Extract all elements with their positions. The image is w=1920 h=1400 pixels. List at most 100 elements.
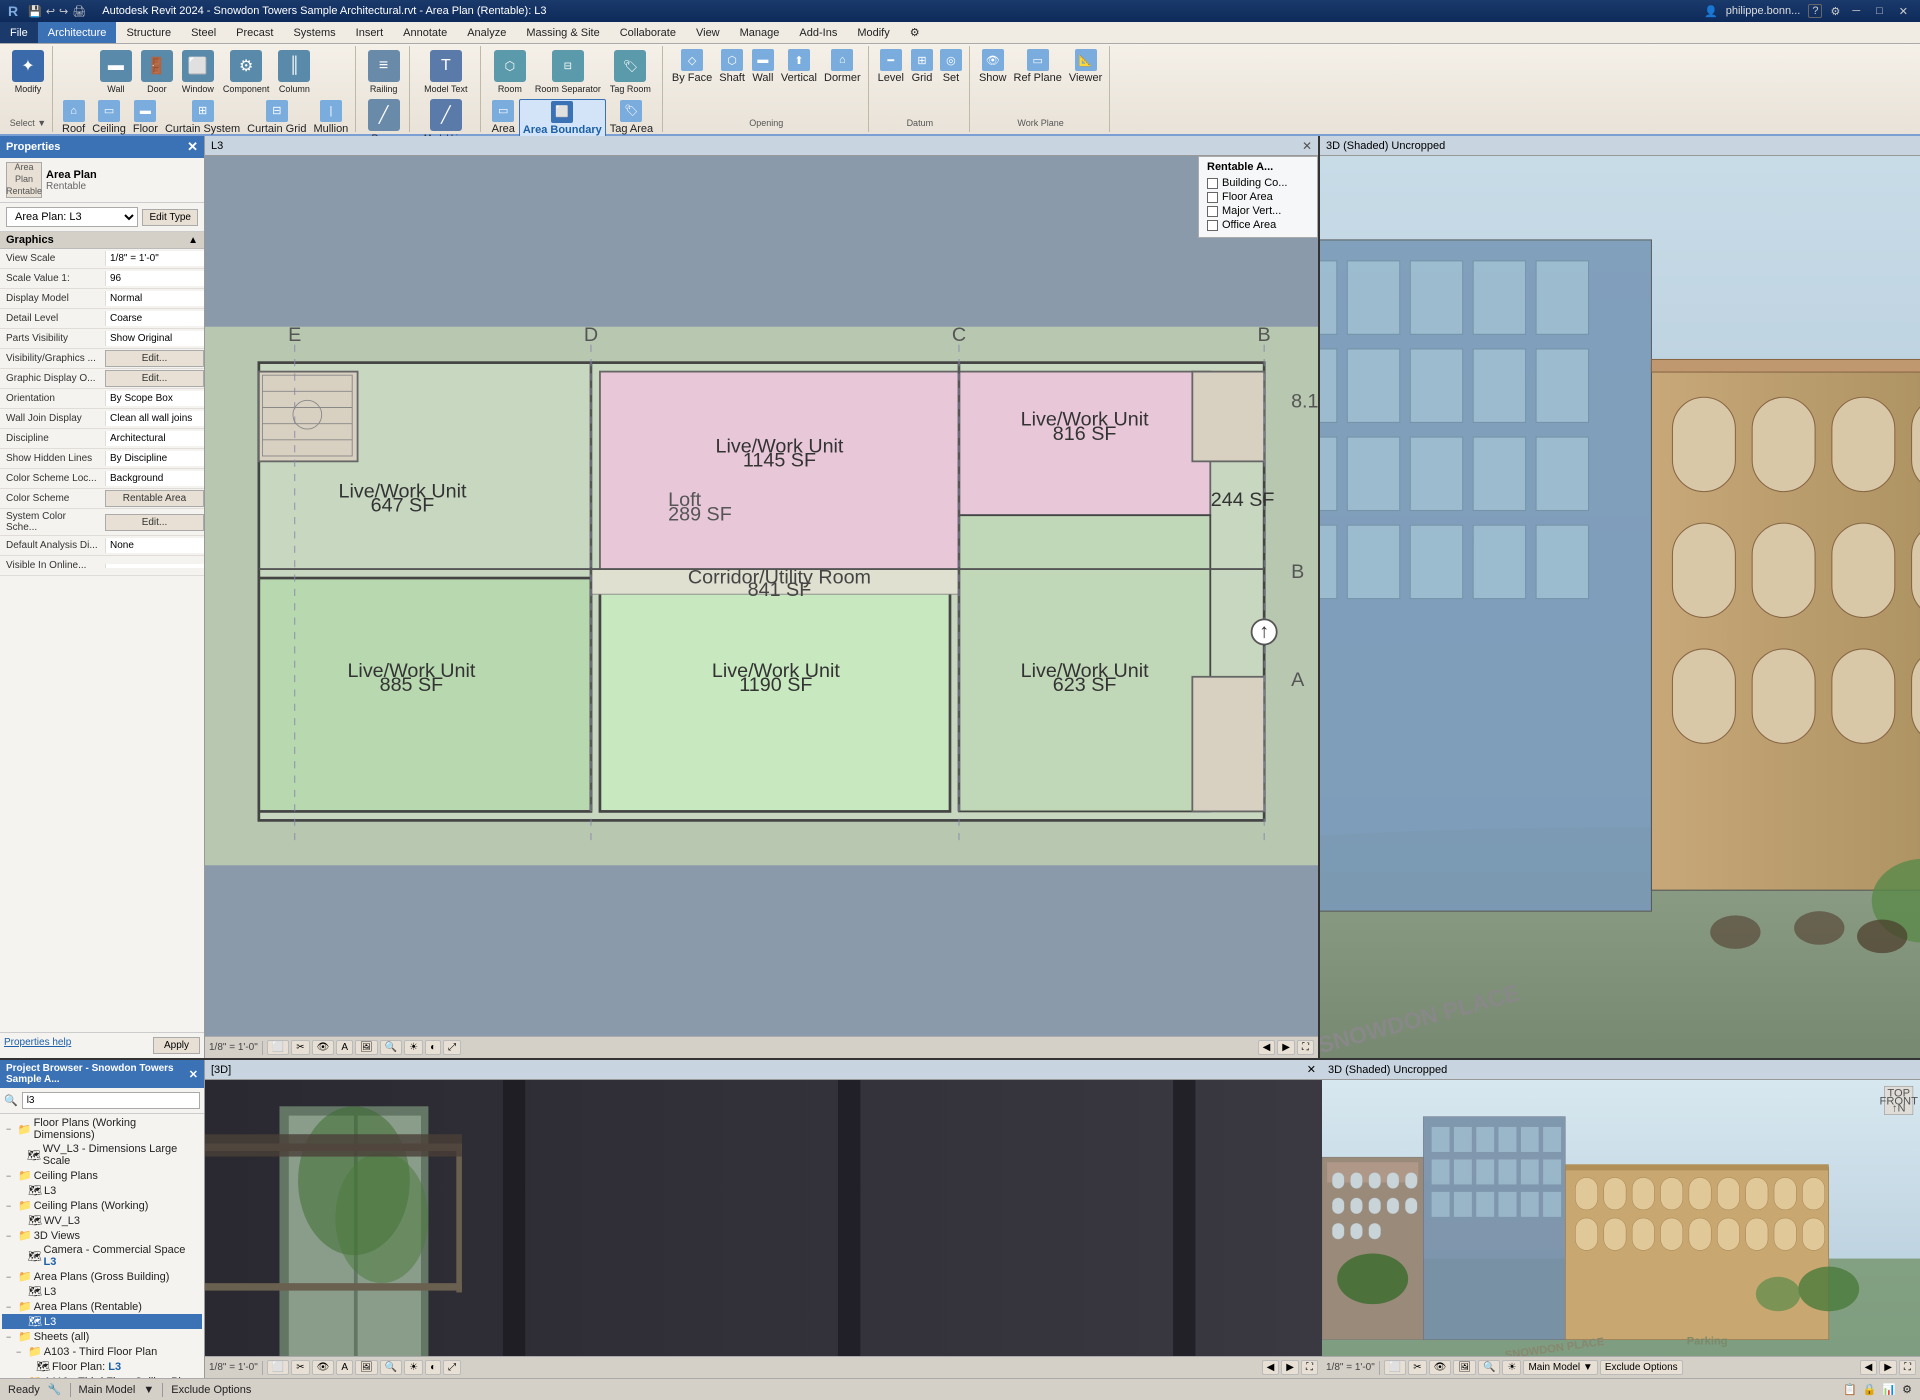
column-button[interactable]: ║ Column (274, 48, 314, 97)
b3d-next[interactable]: ▶ (1879, 1360, 1897, 1375)
internal-tool-1[interactable]: ⬜ (267, 1360, 289, 1375)
b3d-prev[interactable]: ◀ (1860, 1360, 1878, 1375)
prop-discipline-value[interactable]: Architectural (105, 431, 204, 446)
internal-tool-2[interactable]: ✂ (291, 1360, 309, 1375)
grid-button[interactable]: ⊞ Grid (908, 48, 936, 85)
view-shadows-btn[interactable]: ◐ (425, 1040, 441, 1055)
tree-item-sheets[interactable]: − 📁 Sheets (all) (2, 1329, 202, 1344)
prop-orientation-value[interactable]: By Scope Box (105, 391, 204, 406)
prop-default-analysis-value[interactable]: None (105, 538, 204, 553)
internal-maximize-btn[interactable]: ⛶ (1301, 1360, 1318, 1375)
menu-collaborate[interactable]: Collaborate (610, 22, 686, 43)
floor-plan-canvas[interactable]: E D C B 8.1 B A Live/Work Unit 647 SF Li… (205, 156, 1318, 1036)
floor-button[interactable]: ▬ Floor (130, 99, 161, 136)
prop-color-scheme-loc-value[interactable]: Background (105, 471, 204, 486)
menu-structure[interactable]: Structure (116, 22, 181, 43)
internal-tool-4[interactable]: A (336, 1360, 353, 1375)
internal-tool-shadows[interactable]: ◐ (425, 1360, 441, 1375)
window-button[interactable]: ⬜ Window (178, 48, 218, 97)
tree-item-ceiling-working[interactable]: − 📁 Ceiling Plans (Working) (2, 1198, 202, 1213)
viewer-button[interactable]: 📐 Viewer (1066, 48, 1105, 85)
close-btn[interactable]: ✕ (1895, 5, 1912, 18)
door-button[interactable]: 🚪 Door (137, 48, 177, 97)
menu-systems[interactable]: Systems (283, 22, 345, 43)
redo-icon[interactable]: ↪ (59, 5, 68, 18)
view-2d-btn[interactable]: ⬜ (267, 1040, 289, 1055)
tree-item-wv-l3-dimensions[interactable]: 🗺 WV_L3 - Dimensions Large Scale (2, 1142, 202, 1168)
shaft-button[interactable]: ⬡ Shaft (716, 48, 748, 85)
show-button[interactable]: 👁 Show (976, 48, 1010, 85)
tree-item-area-rentable-l3[interactable]: 🗺 L3 (2, 1314, 202, 1329)
level-button[interactable]: ━ Level (875, 48, 907, 85)
b3d-exclude[interactable]: Exclude Options (1600, 1360, 1683, 1375)
dormer-button[interactable]: ⌂ Dormer (821, 48, 864, 85)
internal-tool-3[interactable]: 👁 (312, 1360, 335, 1375)
tree-item-a110[interactable]: − 📁 A110 - Third Floor Ceiling Plan (2, 1374, 202, 1378)
view-zoom-btn[interactable]: 🔍 (380, 1040, 402, 1055)
menu-insert[interactable]: Insert (346, 22, 394, 43)
tree-item-area-gross[interactable]: − 📁 Area Plans (Gross Building) (2, 1269, 202, 1284)
model-text-button[interactable]: T Model Text (420, 48, 471, 97)
bottom-3d-canvas[interactable]: Parking SNOWDON PLACE TOP FRONT ↑N (1322, 1080, 1920, 1356)
prop-view-scale-value[interactable]: 1/8" = 1'-0" (105, 251, 204, 266)
menu-options[interactable]: ⚙ (900, 22, 930, 43)
railing-button[interactable]: ≡ Railing (364, 48, 404, 97)
view-prev-btn[interactable]: ◀ (1258, 1040, 1276, 1055)
mullion-button[interactable]: | Mullion (310, 99, 351, 136)
prop-wall-join-value[interactable]: Clean all wall joins (105, 411, 204, 426)
b3d-tool-zoom[interactable]: 🔍 (1478, 1360, 1500, 1375)
view-maximize-btn[interactable]: ⛶ (1297, 1040, 1314, 1055)
b3d-maximize[interactable]: ⛶ (1899, 1360, 1916, 1375)
internal-next-btn[interactable]: ▶ (1281, 1360, 1299, 1375)
prop-visible-online-value[interactable] (105, 564, 204, 568)
print-icon[interactable]: 🖨 (72, 5, 86, 18)
component-button[interactable]: ⚙ Component (219, 48, 274, 97)
view-expand-btn[interactable]: ⤢ (443, 1040, 461, 1055)
rentable-checkbox-office[interactable] (1207, 220, 1218, 231)
room-button[interactable]: ⬡ Room (490, 48, 530, 97)
b3d-tool-3[interactable]: 👁 (1429, 1360, 1452, 1375)
area-button[interactable]: ▭ Area (489, 99, 518, 138)
menu-view[interactable]: View (686, 22, 730, 43)
area-boundary-button[interactable]: ⬜ Area Boundary (519, 99, 606, 138)
menu-steel[interactable]: Steel (181, 22, 226, 43)
instance-dropdown[interactable]: Area Plan: L3 (6, 207, 138, 227)
tag-area-button[interactable]: 🏷 Tag Area (607, 99, 656, 138)
menu-massing[interactable]: Massing & Site (516, 22, 609, 43)
view-crop-btn[interactable]: ✂ (291, 1040, 309, 1055)
properties-help-link[interactable]: Properties help (4, 1037, 71, 1054)
tag-room-button[interactable]: 🏷 Tag Room (606, 48, 655, 97)
room-separator-button[interactable]: ⊟ Room Separator (531, 48, 605, 97)
b3d-model-selector[interactable]: Main Model ▼ (1523, 1360, 1597, 1375)
modify-button[interactable]: ✦ Modify (8, 48, 48, 97)
menu-precast[interactable]: Precast (226, 22, 283, 43)
prop-parts-visibility-value[interactable]: Show Original (105, 331, 204, 346)
wall-button[interactable]: ▬ Wall (96, 48, 136, 97)
menu-analyze[interactable]: Analyze (457, 22, 516, 43)
menu-architecture[interactable]: Architecture (38, 22, 117, 43)
menu-manage[interactable]: Manage (730, 22, 790, 43)
tree-item-ceiling-l3[interactable]: 🗺 L3 (2, 1183, 202, 1198)
ceiling-button[interactable]: ▭ Ceiling (89, 99, 129, 136)
menu-annotate[interactable]: Annotate (393, 22, 457, 43)
prop-system-color-btn[interactable]: Edit... (105, 514, 204, 531)
internal-tool-sun[interactable]: ☀ (404, 1360, 423, 1375)
exclude-options[interactable]: Exclude Options (171, 1384, 251, 1396)
help-icon[interactable]: ? (1808, 4, 1822, 18)
view-next-btn[interactable]: ▶ (1277, 1040, 1295, 1055)
prop-scale-value-value[interactable]: 96 (105, 271, 204, 286)
curtain-grid-button[interactable]: ⊟ Curtain Grid (244, 99, 309, 136)
ref-plane-button[interactable]: ▭ Ref Plane (1011, 48, 1065, 85)
internal-view-close[interactable]: ✕ (1307, 1063, 1316, 1076)
tree-item-area-gross-l3[interactable]: 🗺 L3 (2, 1284, 202, 1299)
view-render-btn[interactable]: 🖼 (355, 1040, 378, 1055)
menu-modify[interactable]: Modify (847, 22, 899, 43)
menu-addins[interactable]: Add-Ins (789, 22, 847, 43)
maximize-btn[interactable]: □ (1872, 5, 1887, 17)
view-sun-btn[interactable]: ☀ (404, 1040, 423, 1055)
tree-item-ceiling-plans[interactable]: − 📁 Ceiling Plans (2, 1168, 202, 1183)
menu-file[interactable]: File (0, 22, 38, 43)
tree-item-area-rentable[interactable]: − 📁 Area Plans (Rentable) (2, 1299, 202, 1314)
curtain-system-button[interactable]: ⊞ Curtain System (162, 99, 243, 136)
project-browser-search-input[interactable] (22, 1092, 200, 1109)
